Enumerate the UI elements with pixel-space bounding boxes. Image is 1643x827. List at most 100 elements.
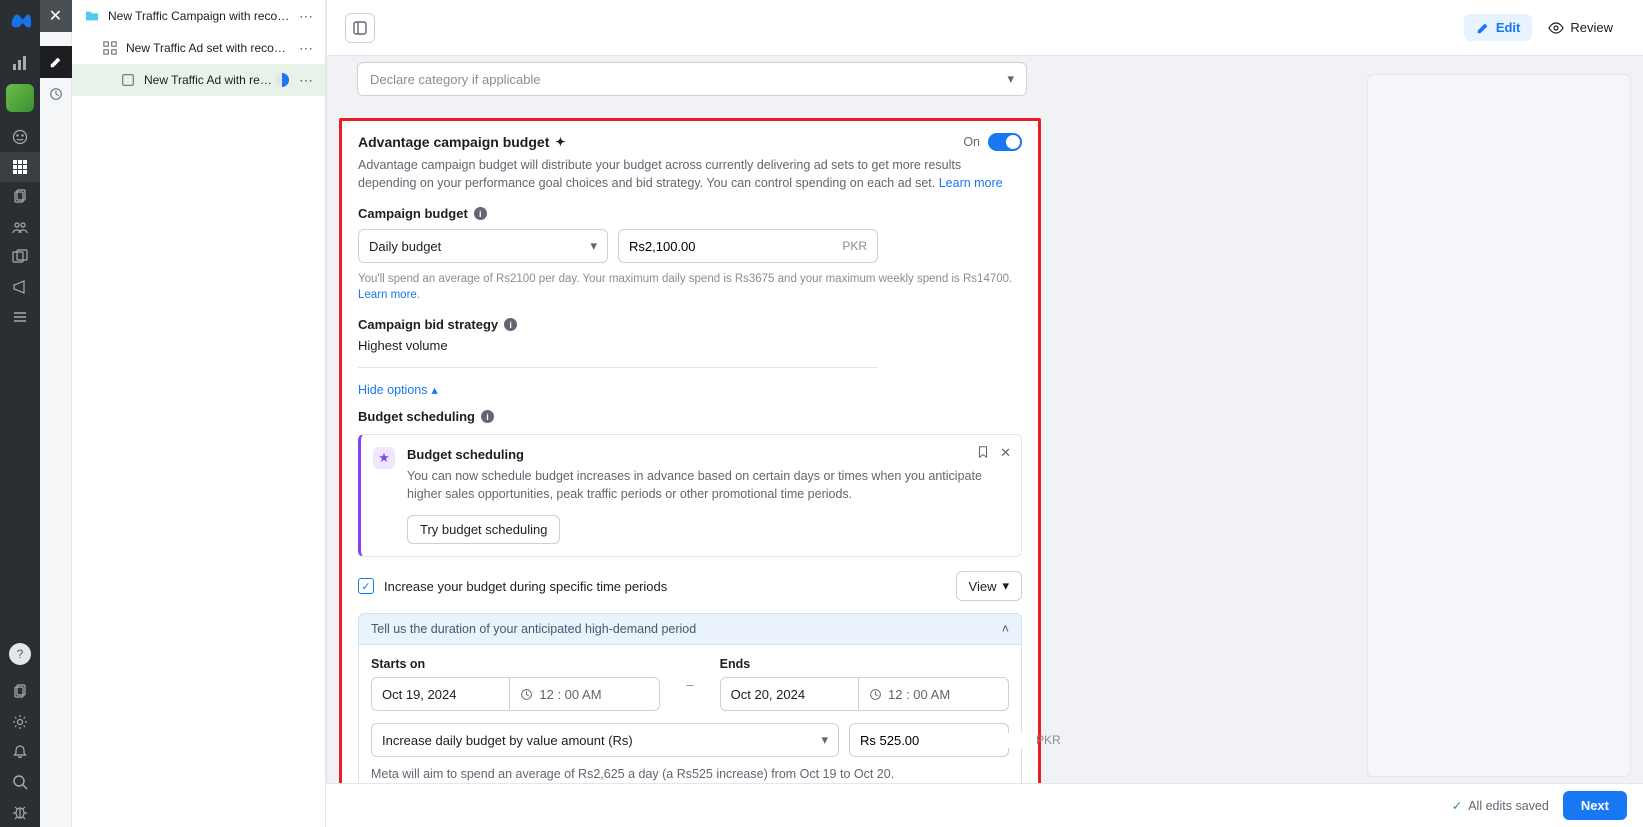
range-dash: – [678,657,701,711]
nav-billing-icon[interactable] [0,242,40,272]
nav-menu-icon[interactable] [0,302,40,332]
pencil-icon [1476,21,1490,35]
info-icon[interactable]: i [481,410,494,423]
bid-value: Highest volume [358,338,1022,353]
tree-row-menu-icon[interactable]: ⋯ [295,8,317,25]
info-card-desc: You can now schedule budget increases in… [407,468,1007,503]
try-budget-scheduling-button[interactable]: Try budget scheduling [407,515,560,544]
tree-ad-row[interactable]: New Traffic Ad with recomme… ⋯ [72,64,325,96]
nav-audience-icon[interactable] [0,212,40,242]
nav-search-icon[interactable] [0,767,40,797]
currency-label: PKR [842,239,867,253]
editor-pencil-icon[interactable] [40,46,72,78]
increase-amount-field[interactable]: PKR [849,723,1009,757]
nav-settings-icon[interactable] [0,707,40,737]
edit-button[interactable]: Edit [1464,14,1533,41]
nav-grid-icon[interactable] [0,152,40,182]
duration-header[interactable]: Tell us the duration of your anticipated… [358,613,1022,645]
nav-analytics-icon[interactable] [0,48,40,78]
editor-clock-icon[interactable] [40,78,72,110]
check-icon: ✓ [1452,798,1462,813]
nav-megaphone-icon[interactable] [0,272,40,302]
review-label: Review [1570,20,1613,35]
end-date-input[interactable]: Oct 20, 2024 [720,677,859,711]
review-button[interactable]: Review [1536,14,1625,42]
acb-toggle[interactable] [988,133,1022,151]
acb-description: Advantage campaign budget will distribut… [358,157,1022,192]
budget-type-value: Daily budget [369,239,441,254]
close-editor-button[interactable]: ✕ [40,0,72,32]
budget-label: Campaign budget [358,206,468,221]
chevron-down-icon: ▾ [821,732,828,748]
folder-icon [84,8,100,24]
save-status: ✓ All edits saved [1452,798,1549,813]
sched-label: Budget scheduling [358,409,475,424]
nav-bug-icon[interactable] [0,797,40,827]
start-date-input[interactable]: Oct 19, 2024 [371,677,510,711]
meta-spend-line: Meta will aim to spend an average of Rs2… [371,767,1009,781]
left-nav-rail: ? [0,0,40,827]
campaign-tree: New Traffic Campaign with recommend… ⋯ N… [72,0,326,827]
budget-amount-field[interactable]: PKR [618,229,878,263]
star-icon: ★ [373,447,395,469]
adset-icon [102,40,118,56]
plus-icon: ✦ [555,135,565,149]
info-card-title: Budget scheduling [407,447,1007,462]
acb-title: Advantage campaign budget [358,134,549,150]
budget-type-select[interactable]: Daily budget ▾ [358,229,608,263]
chevron-up-icon: ▴ [432,382,438,397]
preview-panel [1367,74,1631,777]
tree-adset-row[interactable]: New Traffic Ad set with recommend… ⋯ [72,32,325,64]
next-button[interactable]: Next [1563,791,1627,820]
increase-budget-label: Increase your budget during specific tim… [384,579,667,594]
end-time-input[interactable]: 12 : 00 AM [859,677,1009,711]
hide-options-link[interactable]: Hide options ▴ [358,382,1022,397]
starts-label: Starts on [371,657,660,671]
progress-half-icon [275,73,289,87]
spend-note: You'll spend an average of Rs2100 per da… [358,271,1022,303]
budget-scheduling-info-card: ★ ✕ Budget scheduling You can now schedu… [358,434,1022,557]
acb-toggle-label: On [963,135,980,149]
view-dropdown[interactable]: View ▾ [956,571,1022,601]
meta-logo-icon[interactable] [6,6,34,34]
category-select[interactable]: Declare category if applicable ▾ [357,62,1027,96]
nav-copy2-icon[interactable] [0,677,40,707]
nav-bell-icon[interactable] [0,737,40,767]
help-button[interactable]: ? [9,643,31,665]
tree-adset-label: New Traffic Ad set with recommend… [126,41,295,55]
toggle-sidebar-button[interactable] [345,13,375,43]
chevron-down-icon: ▾ [1002,578,1009,594]
clock-icon [869,688,882,701]
increase-amount-input[interactable] [860,733,1036,748]
eye-icon [1548,20,1564,36]
tree-campaign-label: New Traffic Campaign with recommend… [108,9,295,23]
category-placeholder: Declare category if applicable [370,72,541,87]
tree-ad-label: New Traffic Ad with recomme… [144,73,275,87]
nav-copy-icon[interactable] [0,182,40,212]
tree-row-menu-icon[interactable]: ⋯ [295,72,317,89]
learn-more-link-2[interactable]: Learn more [358,289,417,301]
close-icon[interactable]: ✕ [1000,445,1011,461]
learn-more-link[interactable]: Learn more [939,176,1003,190]
footer-bar: ✓ All edits saved Next [326,783,1643,827]
account-thumbnail[interactable] [6,84,34,112]
chevron-up-icon: ˄ [1002,622,1009,636]
increase-type-select[interactable]: Increase daily budget by value amount (R… [371,723,839,757]
info-icon[interactable]: i [474,207,487,220]
clock-icon [520,688,533,701]
ends-label: Ends [720,657,1009,671]
bookmark-icon[interactable] [976,445,990,461]
nav-happy-icon[interactable] [0,122,40,152]
chevron-down-icon: ▾ [590,238,597,254]
start-time-input[interactable]: 12 : 00 AM [510,677,660,711]
increase-type-value: Increase daily budget by value amount (R… [382,733,633,748]
tree-row-menu-icon[interactable]: ⋯ [295,40,317,57]
currency-label: PKR [1036,733,1061,747]
increase-budget-checkbox[interactable]: ✓ [358,578,374,594]
budget-amount-input[interactable] [629,239,842,254]
bid-label: Campaign bid strategy [358,317,498,332]
info-icon[interactable]: i [504,318,517,331]
tree-campaign-row[interactable]: New Traffic Campaign with recommend… ⋯ [72,0,325,32]
edit-label: Edit [1496,20,1521,35]
editor-topbar: Edit Review [327,0,1643,56]
